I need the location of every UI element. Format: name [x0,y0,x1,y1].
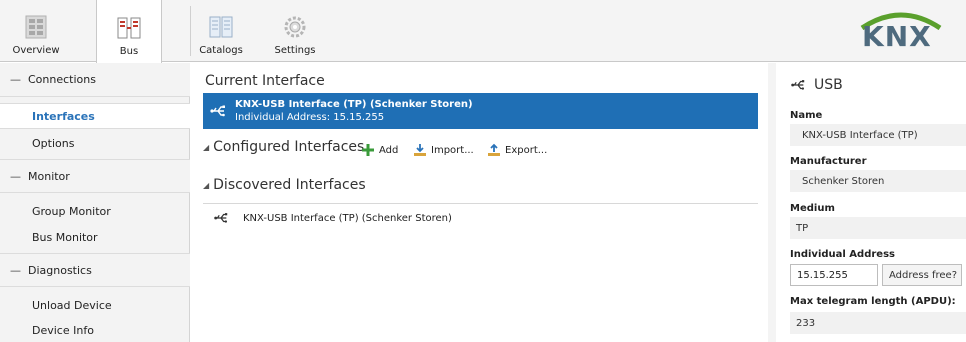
ribbon-toolbar: Overview Bus Catalogs Settings KNX [0,0,966,63]
settings-button[interactable]: Settings [268,0,322,62]
expand-triangle-icon: ◢ [203,142,210,152]
apdu-value: 233 [790,312,966,334]
sidebar-group-monitor[interactable]: — Monitor [0,159,190,193]
export-button[interactable]: Export... [487,143,547,157]
sidebar-item-group-monitor[interactable]: Group Monitor [0,198,190,224]
settings-gear-icon [284,16,306,38]
plus-icon [362,144,374,156]
sidebar-group-label: Diagnostics [28,263,92,277]
properties-panel: USB Name KNX-USB Interface (TP) Manufact… [776,63,966,342]
overview-button[interactable]: Overview [6,0,66,62]
sidebar-item-interfaces[interactable]: Interfaces [0,103,190,129]
discovered-interface-name: KNX-USB Interface (TP) (Schenker Storen) [243,212,452,224]
sidebar-group-diagnostics[interactable]: — Diagnostics [0,253,190,287]
individual-address-label: Individual Address [790,249,895,260]
panel-splitter[interactable] [768,63,776,342]
overview-label: Overview [12,45,60,56]
expand-triangle-icon: ◢ [203,180,210,190]
overview-icon [25,15,47,39]
discovered-interfaces-title: Discovered Interfaces [213,177,366,193]
name-value: KNX-USB Interface (TP) [790,124,966,146]
catalogs-icon [209,16,233,38]
address-free-button[interactable]: Address free? [882,264,962,286]
configured-interfaces-title: Configured Interfaces [213,139,365,155]
export-icon [488,143,500,156]
import-icon [414,144,426,156]
divider [203,203,758,204]
sidebar-item-options[interactable]: Options [0,130,190,156]
import-button[interactable]: Import... [413,143,474,157]
medium-value: TP [790,217,966,239]
discovered-interfaces-header[interactable]: ◢ Discovered Interfaces [203,177,366,193]
current-interface-name: KNX-USB Interface (TP) (Schenker Storen) [235,99,473,110]
collapse-icon: — [10,73,21,86]
interfaces-panel: Current Interface KNX-USB Interface (TP)… [191,63,767,342]
properties-title: USB [814,77,843,93]
usb-icon [791,80,805,90]
sidebar: — Connections Interfaces Options — Monit… [0,63,190,342]
current-interface-text: KNX-USB Interface (TP) (Schenker Storen)… [235,99,473,123]
knx-logo: KNX [846,6,956,56]
bus-label: Bus [119,46,139,57]
catalogs-label: Catalogs [199,45,243,56]
knx-logo-text: KNX [862,20,932,53]
catalogs-button[interactable]: Catalogs [196,0,246,62]
usb-icon [214,213,228,223]
export-label: Export... [505,144,548,156]
discovered-interface-row[interactable]: KNX-USB Interface (TP) (Schenker Storen) [203,207,758,229]
bus-icon [117,17,141,39]
sidebar-group-label: Connections [28,73,96,86]
usb-icon [210,105,225,117]
sidebar-item-device-info[interactable]: Device Info [0,317,190,342]
add-label: Add [379,144,399,156]
manufacturer-label: Manufacturer [790,156,867,167]
sidebar-group-label: Monitor [28,169,70,183]
settings-label: Settings [274,45,316,56]
manufacturer-value: Schenker Storen [790,170,966,192]
add-button[interactable]: Add [361,143,398,157]
collapse-icon: — [10,169,21,183]
sidebar-group-connections[interactable]: — Connections [0,63,190,97]
import-label: Import... [431,144,474,156]
current-interface-title: Current Interface [205,73,325,89]
apdu-label: Max telegram length (APDU): [790,296,956,307]
bus-button[interactable]: Bus [96,0,162,63]
configured-interfaces-header[interactable]: ◢ Configured Interfaces [203,139,364,155]
sidebar-item-bus-monitor[interactable]: Bus Monitor [0,224,190,250]
medium-label: Medium [790,203,835,214]
name-label: Name [790,110,823,121]
sidebar-item-unload-device[interactable]: Unload Device [0,292,190,318]
collapse-icon: — [10,263,21,277]
properties-header: USB [790,77,843,93]
individual-address-input[interactable] [790,264,878,286]
toolbar-separator [190,6,191,56]
current-interface-address: Individual Address: 15.15.255 [235,112,385,123]
current-interface-row[interactable]: KNX-USB Interface (TP) (Schenker Storen)… [203,93,758,129]
